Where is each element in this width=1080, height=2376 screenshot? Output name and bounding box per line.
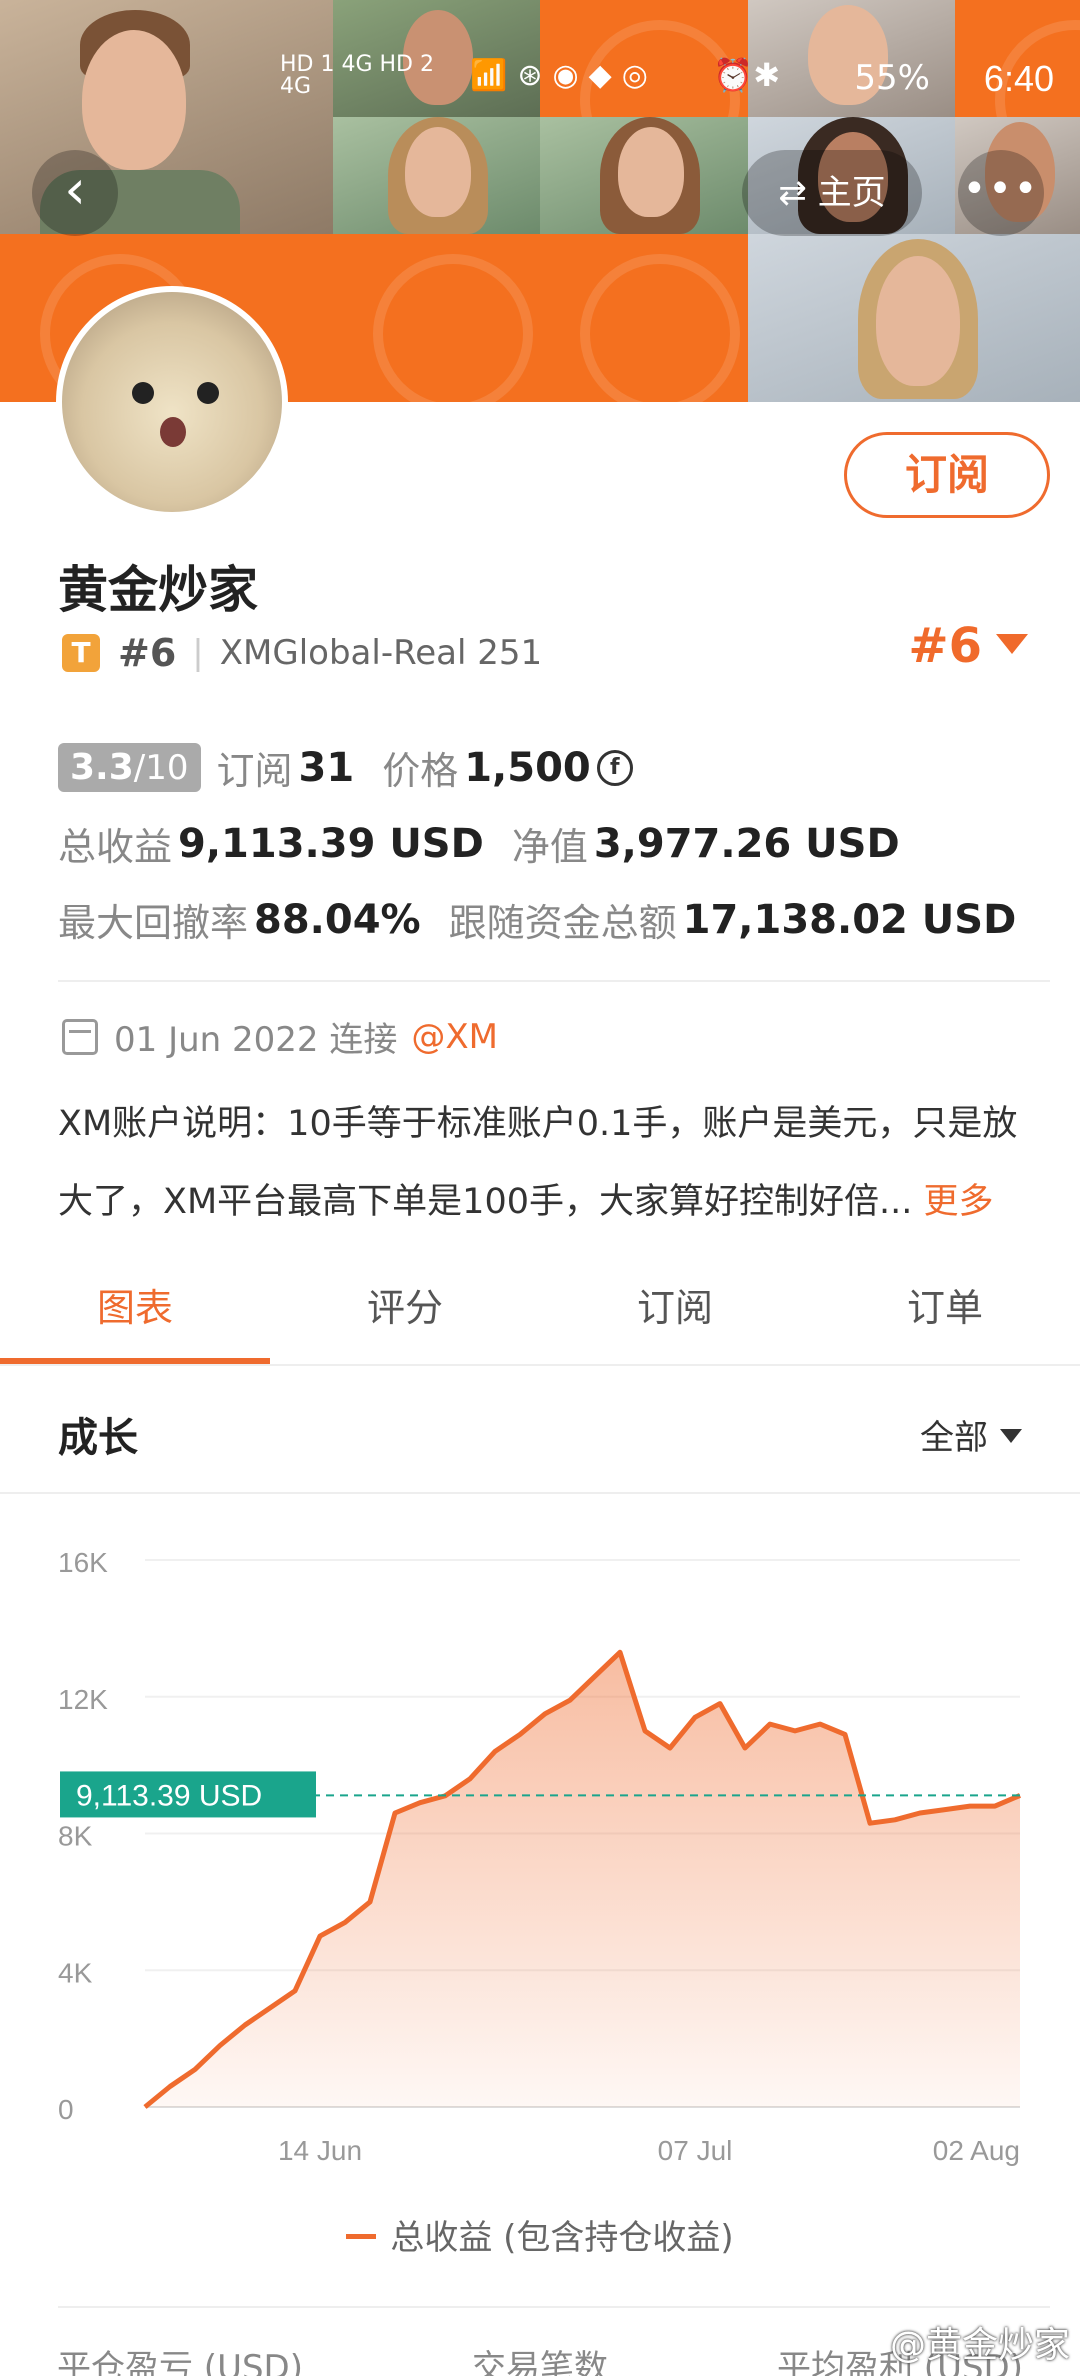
chevron-left-icon: ‹ [64,158,86,221]
trader-badge: T [62,634,100,672]
triangle-down-icon [1000,1429,1022,1443]
swap-icon: ⇄ [778,173,818,213]
triangle-down-icon [996,634,1028,654]
home-button[interactable]: ⇄ 主页 [742,150,922,236]
tab-subscribe[interactable]: 订阅 [540,1262,810,1364]
calendar-icon [62,1018,98,1055]
broker-link[interactable]: @XM [411,1017,498,1057]
connection-info: 01 Jun 2022 连接 @XM [62,1012,498,1061]
y-tick-label: 16K [58,1547,108,1578]
status-bar: HD 1 4G HD 2 4G 📶⊛◉◆◎ ⏰✱ 55% 6:40 [0,40,1080,110]
y-tick-label: 4K [58,1957,93,1988]
account-description: XM账户说明：10手等于标准账户0.1手，账户是美元，只是放大了，XM平台最高下… [58,1085,1048,1241]
avatar[interactable] [56,286,288,518]
x-tick-label: 02 Aug [933,2135,1020,2166]
follow-total-value: 17,138.02 USD [682,896,1017,943]
legend-label: 总收益 (包含持仓收益) [390,2218,734,2258]
tab-bar: 图表 评分 订阅 订单 [0,1262,1080,1366]
net-value-label: 净值 [511,825,588,869]
subscribe-button[interactable]: 订阅 [844,432,1050,518]
net-value-value: 3,977.26 USD [593,820,900,867]
x-tick-label: 14 Jun [278,2135,362,2166]
more-dots-icon: ••• [962,166,1040,212]
total-profit-value: 9,113.39 USD [178,820,484,867]
subscribers-count: 31 [298,744,355,791]
banner-photo [540,117,748,234]
battery-level: 55% [854,58,930,98]
y-tick-label: 8K [58,1821,93,1852]
closed-pnl-label: 平仓盈亏 (USD) [57,2348,303,2376]
tab-rating[interactable]: 评分 [270,1262,540,1364]
y-tick-label: 0 [58,2094,74,2125]
banner-pattern [540,234,748,402]
separator: | [192,633,204,673]
score-total: /10 [133,748,189,788]
network-indicator: HD 1 4G HD 2 4G [280,52,434,99]
alarm-icon: ⏰✱ [713,56,780,94]
trader-name: 黄金炒家 [58,561,258,619]
rank-value: #6 [908,618,982,674]
rank-dropdown[interactable]: #6 [908,618,1028,674]
follow-total-label: 跟随资金总额 [448,901,677,945]
stats-row-2: 总收益 9,113.39 USD 净值 3,977.26 USD [58,816,928,871]
score-badge: 3.3/10 [58,743,201,792]
price-label: 价格 [382,749,459,793]
banner-pattern [333,234,540,402]
connection-date: 01 Jun 2022 连接 [114,1020,398,1060]
home-label: 主页 [817,173,886,213]
score-value: 3.3 [70,747,134,788]
banner-photo [333,117,540,234]
series-area [145,1652,1020,2107]
legend-swatch [346,2234,377,2239]
max-drawdown-label: 最大回撤率 [58,901,249,945]
rank-label: #6 [118,631,177,675]
section-title: 成长 [58,1415,138,1461]
back-button[interactable]: ‹ [32,150,118,236]
chart-legend: 总收益 (包含持仓收益) [0,2210,1080,2259]
divider [0,1492,1080,1494]
divider [58,2306,1050,2308]
max-drawdown-value: 88.04% [254,896,421,943]
description-text: XM账户说明：10手等于标准账户0.1手，账户是美元，只是放大了，XM平台最高下… [58,1104,1018,1222]
clock: 6:40 [983,58,1054,99]
tab-chart[interactable]: 图表 [0,1262,270,1364]
tab-orders[interactable]: 订单 [810,1262,1080,1364]
account-label: XMGlobal-Real 251 [219,633,543,673]
growth-chart[interactable]: 0 4K 8K 12K 16K 14 Jun 07 Jul 02 Aug 9,113.39 US… [0,1500,1080,2220]
banner-photo [748,234,1080,402]
more-button[interactable]: ••• [958,150,1044,236]
trader-tags: T #6 | XMGlobal-Real 251 [62,628,542,678]
x-tick-label: 07 Jul [658,2135,733,2166]
notification-icons: 📶⊛◉◆◎ [470,58,658,93]
total-profit-label: 总收益 [58,825,173,869]
price-value: 1,500 [464,744,591,791]
more-link[interactable]: 更多 [924,1182,994,1222]
divider [58,980,1050,982]
subscribers-label: 订阅 [216,749,293,793]
current-value-label: 9,113.39 USD [76,1779,262,1812]
trade-count-label: 交易笔数 [472,2348,608,2376]
stats-row-1: 3.3/10 订阅 31 价格 1,500 f [58,740,633,795]
watermark: @黄金炒家 [889,2325,1070,2366]
filter-value: 全部 [920,1418,988,1458]
stats-row-3: 最大回撤率 88.04% 跟随资金总额 17,138.02 USD [58,892,1044,947]
y-tick-label: 12K [58,1684,108,1715]
coin-icon: f [596,749,633,786]
range-filter[interactable]: 全部 [920,1410,1022,1459]
